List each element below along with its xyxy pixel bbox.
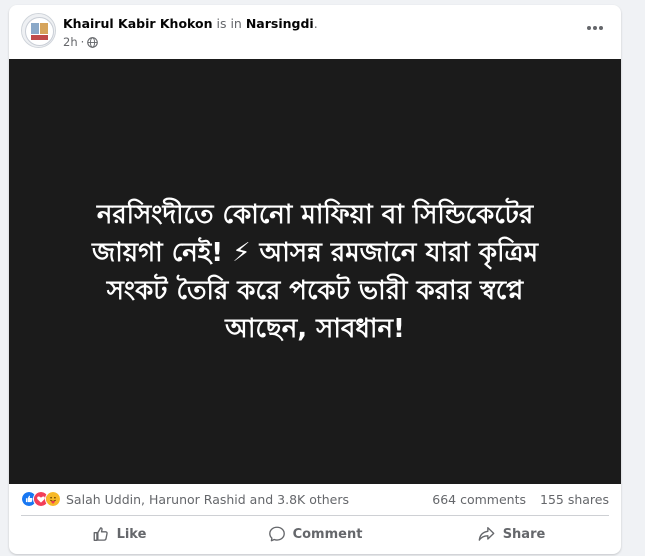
post-body-text: নরসিংদীতে কোনো মাফিয়া বা সিন্ডিকেটের জা… — [91, 199, 539, 344]
share-label: Share — [502, 526, 546, 542]
post-header: Khairul Kabir Khokon is in Narsingdi. 2h… — [9, 5, 621, 60]
post-card: Khairul Kabir Khokon is in Narsingdi. 2h… — [9, 5, 621, 554]
reactors-text[interactable]: Salah Uddin, Harunor Rashid and 3.8K oth… — [66, 492, 349, 507]
more-options-button[interactable] — [583, 20, 607, 36]
comment-label: Comment — [292, 526, 363, 542]
avatar-image — [22, 14, 55, 47]
location-suffix: . — [313, 16, 318, 31]
care-icon — [45, 491, 61, 507]
is-in-text: is in — [216, 16, 242, 31]
shares-count[interactable]: 155 shares — [540, 492, 609, 507]
engagement-counts: 664 comments 155 shares — [432, 492, 609, 507]
author-line: Khairul Kabir Khokon is in Narsingdi. — [63, 16, 318, 31]
like-button[interactable]: Like — [21, 516, 217, 552]
author-avatar[interactable] — [21, 13, 56, 48]
post-meta: 2h · — [63, 35, 99, 49]
post-timestamp[interactable]: 2h — [63, 35, 78, 49]
share-button[interactable]: Share — [413, 516, 609, 552]
author-name[interactable]: Khairul Kabir Khokon — [63, 16, 213, 31]
post-actions: Like Comment Share — [21, 516, 609, 552]
post-text-background[interactable]: নরসিংদীতে কোনো মাফিয়া বা সিন্ডিকেটের জা… — [9, 59, 621, 484]
location-link[interactable]: Narsingdi — [246, 16, 314, 31]
comment-icon — [268, 526, 285, 542]
share-icon — [478, 527, 495, 541]
like-label: Like — [116, 526, 147, 542]
reactions-summary: Salah Uddin, Harunor Rashid and 3.8K oth… — [9, 484, 621, 514]
comments-count[interactable]: 664 comments — [432, 492, 526, 507]
reaction-icons[interactable] — [21, 491, 61, 507]
comment-button[interactable]: Comment — [217, 516, 413, 552]
globe-icon — [87, 36, 99, 48]
meta-separator: · — [80, 35, 85, 49]
more-options-icon — [587, 26, 603, 30]
like-outline-icon — [93, 527, 108, 541]
